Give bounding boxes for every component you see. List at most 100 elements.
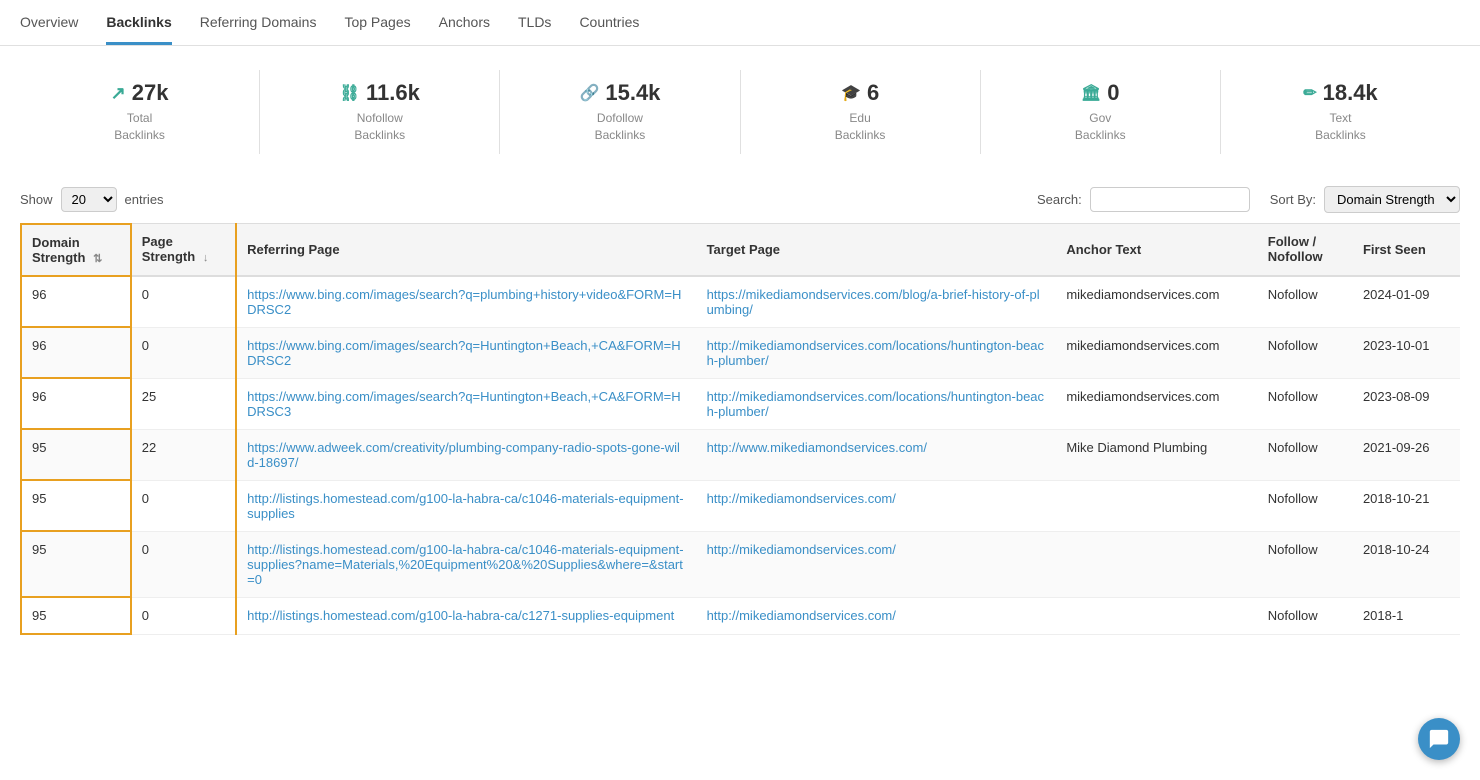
search-input[interactable] [1090, 187, 1250, 212]
cell-follow-nofollow: Nofollow [1258, 327, 1353, 378]
cell-anchor-text: Mike Diamond Plumbing [1056, 429, 1257, 480]
cell-first-seen: 2021-09-26 [1353, 429, 1460, 480]
gov-icon: 🏛 [1081, 83, 1101, 103]
cell-first-seen: 2018-10-21 [1353, 480, 1460, 531]
cell-referring-page[interactable]: https://www.bing.com/images/search?q=plu… [236, 276, 696, 328]
col-header-anchor-text: Anchor Text [1056, 224, 1257, 276]
cell-follow-nofollow: Nofollow [1258, 480, 1353, 531]
cell-target-page[interactable]: http://mikediamondservices.com/ [697, 597, 1057, 634]
cell-follow-nofollow: Nofollow [1258, 531, 1353, 597]
col-header-first-seen: First Seen [1353, 224, 1460, 276]
cell-anchor-text: mikediamondservices.com [1056, 276, 1257, 328]
cell-target-page[interactable]: https://mikediamondservices.com/blog/a-b… [697, 276, 1057, 328]
cell-page-strength: 0 [131, 480, 236, 531]
cell-target-page[interactable]: http://mikediamondservices.com/ [697, 480, 1057, 531]
cell-page-strength: 22 [131, 429, 236, 480]
cell-domain-strength: 95 [21, 429, 131, 480]
tab-top-pages[interactable]: Top Pages [344, 14, 410, 45]
search-label: Search: [1037, 192, 1082, 207]
metrics-row: ↗ 27k TotalBacklinks ⛓ 11.6k NofollowBac… [0, 46, 1480, 178]
col-header-referring-page: Referring Page [236, 224, 696, 276]
edu-backlinks-value: 6 [867, 80, 879, 106]
tab-navigation: Overview Backlinks Referring Domains Top… [0, 0, 1480, 46]
cell-referring-page[interactable]: https://www.bing.com/images/search?q=Hun… [236, 327, 696, 378]
col-header-page-strength[interactable]: PageStrength ↓ [131, 224, 236, 276]
cell-anchor-text: mikediamondservices.com [1056, 327, 1257, 378]
nofollow-icon: ⛓ [340, 83, 360, 103]
cell-referring-page[interactable]: http://listings.homestead.com/g100-la-ha… [236, 531, 696, 597]
metric-total-backlinks: ↗ 27k TotalBacklinks [20, 70, 260, 154]
tab-backlinks[interactable]: Backlinks [106, 14, 171, 45]
metric-text-backlinks: ✏ 18.4k TextBacklinks [1221, 70, 1460, 154]
table-row: 9625https://www.bing.com/images/search?q… [21, 378, 1460, 429]
col-header-follow: Follow /Nofollow [1258, 224, 1353, 276]
entries-per-page-select[interactable]: 10 20 50 100 [61, 187, 117, 212]
cell-domain-strength: 96 [21, 378, 131, 429]
cell-page-strength: 0 [131, 597, 236, 634]
sortby-select[interactable]: Domain Strength Page Strength First Seen [1324, 186, 1460, 213]
nofollow-backlinks-value: 11.6k [366, 80, 420, 106]
tab-tlds[interactable]: TLDs [518, 14, 551, 45]
backlinks-table-container: DomainStrength ⇅ PageStrength ↓ Referrin… [0, 223, 1480, 636]
text-backlinks-label: TextBacklinks [1237, 110, 1444, 144]
cell-anchor-text [1056, 480, 1257, 531]
text-backlinks-icon: ✏ [1303, 83, 1316, 103]
cell-target-page[interactable]: http://www.mikediamondservices.com/ [697, 429, 1057, 480]
cell-follow-nofollow: Nofollow [1258, 597, 1353, 634]
text-backlinks-value: 18.4k [1323, 80, 1378, 106]
cell-referring-page[interactable]: https://www.bing.com/images/search?q=Hun… [236, 378, 696, 429]
cell-target-page[interactable]: http://mikediamondservices.com/locations… [697, 327, 1057, 378]
tab-overview[interactable]: Overview [20, 14, 78, 45]
cell-page-strength: 0 [131, 327, 236, 378]
nofollow-backlinks-label: NofollowBacklinks [276, 110, 483, 144]
edu-backlinks-label: EduBacklinks [757, 110, 964, 144]
gov-backlinks-label: GovBacklinks [997, 110, 1204, 144]
cell-domain-strength: 95 [21, 531, 131, 597]
edu-icon: 🎓 [841, 83, 861, 103]
cell-first-seen: 2018-10-24 [1353, 531, 1460, 597]
cell-follow-nofollow: Nofollow [1258, 276, 1353, 328]
tab-countries[interactable]: Countries [579, 14, 639, 45]
table-row: 960https://www.bing.com/images/search?q=… [21, 327, 1460, 378]
entries-label: entries [125, 192, 164, 207]
cell-domain-strength: 95 [21, 480, 131, 531]
cell-referring-page[interactable]: http://listings.homestead.com/g100-la-ha… [236, 480, 696, 531]
backlinks-table: DomainStrength ⇅ PageStrength ↓ Referrin… [20, 223, 1460, 636]
table-header-row: DomainStrength ⇅ PageStrength ↓ Referrin… [21, 224, 1460, 276]
tab-referring-domains[interactable]: Referring Domains [200, 14, 317, 45]
table-row: 950http://listings.homestead.com/g100-la… [21, 531, 1460, 597]
cell-page-strength: 25 [131, 378, 236, 429]
cell-target-page[interactable]: http://mikediamondservices.com/ [697, 531, 1057, 597]
cell-referring-page[interactable]: http://listings.homestead.com/g100-la-ha… [236, 597, 696, 634]
dofollow-icon: 🔗 [579, 83, 599, 103]
cell-follow-nofollow: Nofollow [1258, 429, 1353, 480]
table-row: 9522https://www.adweek.com/creativity/pl… [21, 429, 1460, 480]
dofollow-backlinks-label: DofollowBacklinks [516, 110, 723, 144]
total-backlinks-value: 27k [132, 80, 169, 106]
tab-anchors[interactable]: Anchors [439, 14, 490, 45]
cell-page-strength: 0 [131, 276, 236, 328]
cell-referring-page[interactable]: https://www.adweek.com/creativity/plumbi… [236, 429, 696, 480]
cell-target-page[interactable]: http://mikediamondservices.com/locations… [697, 378, 1057, 429]
cell-follow-nofollow: Nofollow [1258, 378, 1353, 429]
table-row: 960https://www.bing.com/images/search?q=… [21, 276, 1460, 328]
cell-domain-strength: 96 [21, 327, 131, 378]
col-header-target-page: Target Page [697, 224, 1057, 276]
metric-nofollow-backlinks: ⛓ 11.6k NofollowBacklinks [260, 70, 500, 154]
gov-backlinks-value: 0 [1107, 80, 1119, 106]
total-backlinks-label: TotalBacklinks [36, 110, 243, 144]
sortby-label: Sort By: [1270, 192, 1316, 207]
table-row: 950http://listings.homestead.com/g100-la… [21, 597, 1460, 634]
cell-first-seen: 2023-10-01 [1353, 327, 1460, 378]
dofollow-backlinks-value: 15.4k [605, 80, 660, 106]
metric-edu-backlinks: 🎓 6 EduBacklinks [741, 70, 981, 154]
col-header-domain-strength[interactable]: DomainStrength ⇅ [21, 224, 131, 276]
cell-first-seen: 2018-1 [1353, 597, 1460, 634]
cell-anchor-text [1056, 597, 1257, 634]
backlinks-icon: ↗ [111, 83, 126, 104]
cell-first-seen: 2023-08-09 [1353, 378, 1460, 429]
chat-button[interactable] [1418, 718, 1460, 760]
metric-gov-backlinks: 🏛 0 GovBacklinks [981, 70, 1221, 154]
table-controls: Show 10 20 50 100 entries Search: Sort B… [0, 178, 1480, 223]
cell-page-strength: 0 [131, 531, 236, 597]
